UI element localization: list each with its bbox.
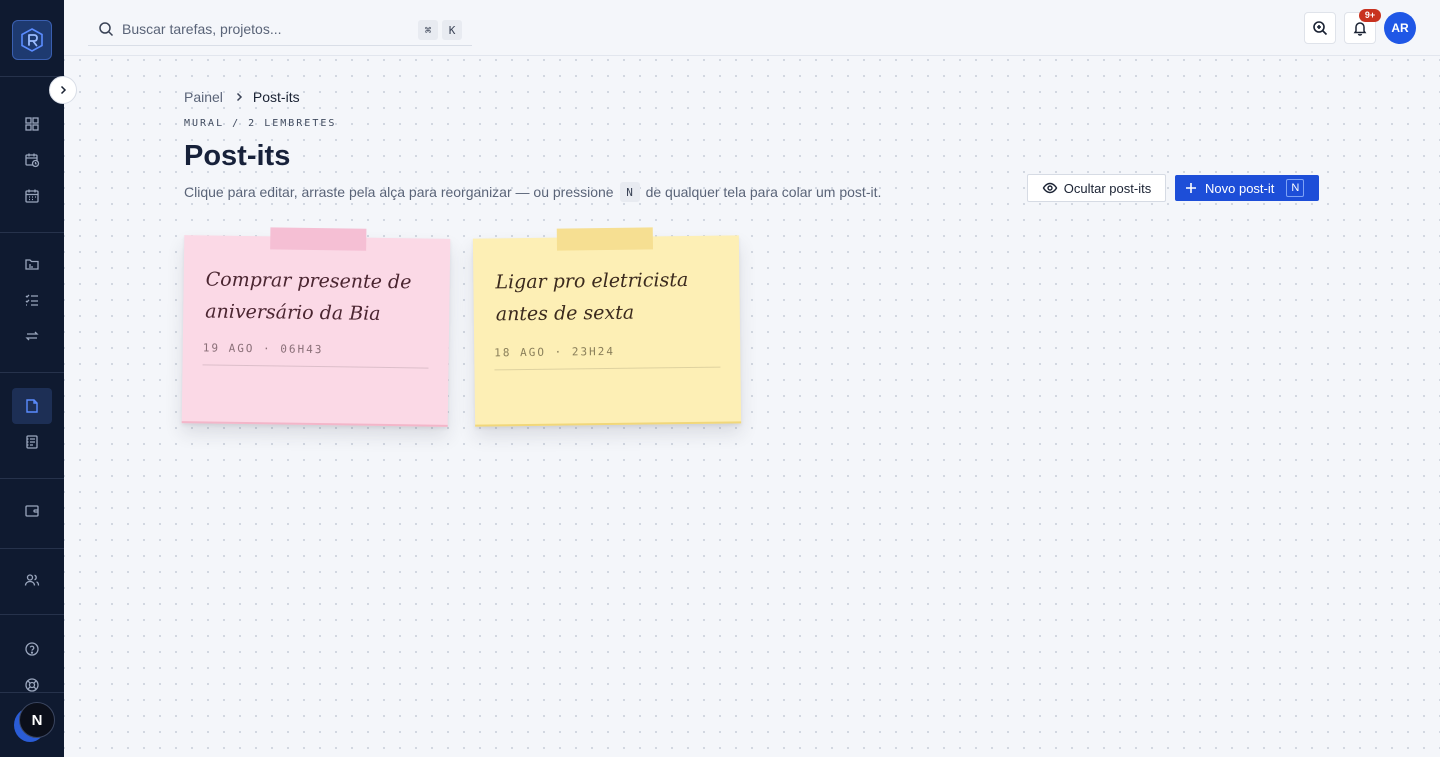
eye-icon bbox=[1042, 182, 1058, 194]
zoom-button[interactable] bbox=[1304, 12, 1336, 44]
sidebar-expand-button[interactable] bbox=[49, 76, 77, 104]
sidebar-divider bbox=[0, 478, 64, 479]
checklist-icon bbox=[25, 294, 38, 306]
sidebar-item-calendar[interactable] bbox=[12, 178, 52, 214]
hide-postits-label: Ocultar post-its bbox=[1063, 180, 1152, 196]
shortcut-key-k: K bbox=[442, 20, 462, 40]
sidebar-divider bbox=[0, 232, 64, 233]
shortcut-key-n: N bbox=[619, 182, 640, 202]
main-content: ⌘ K 9+ AR Painel Post-its MURAL / 2 LEMB… bbox=[64, 0, 1440, 757]
postit-text[interactable]: Ligar pro eletricista antes de sexta bbox=[495, 264, 720, 331]
calendar-clock-icon bbox=[25, 153, 40, 168]
sidebar-item-routines[interactable] bbox=[12, 318, 52, 354]
notification-count-badge: 9+ bbox=[1359, 9, 1381, 22]
logo-icon bbox=[21, 28, 43, 52]
page-title: Post-its bbox=[184, 140, 291, 172]
sidebar-divider bbox=[0, 692, 64, 693]
postit-text[interactable]: Comprar presente de aniversário da Bia bbox=[205, 263, 430, 330]
folder-icon bbox=[25, 259, 39, 270]
shortcut-key-cmd: ⌘ bbox=[418, 20, 438, 40]
wallet-icon bbox=[25, 505, 39, 517]
bell-icon bbox=[1353, 22, 1367, 36]
breadcrumb-parent[interactable]: Painel bbox=[184, 89, 223, 105]
breadcrumb: Painel Post-its bbox=[184, 89, 300, 105]
sidebar-divider bbox=[0, 614, 64, 615]
notebook-icon bbox=[26, 435, 38, 449]
plus-icon bbox=[1186, 183, 1196, 193]
chevron-right-icon bbox=[60, 85, 67, 95]
sidebar-divider bbox=[0, 76, 64, 77]
subtitle-text-start: Clique para editar, arraste pela alça pa… bbox=[184, 184, 614, 200]
sidebar-divider bbox=[0, 372, 64, 373]
repeat-icon bbox=[25, 331, 39, 341]
sidebar-item-schedule[interactable] bbox=[12, 142, 52, 178]
calendar-icon bbox=[25, 189, 39, 203]
subtitle-text-end: de qualquer tela para colar um post-it. bbox=[645, 184, 882, 200]
sidebar-item-projects[interactable] bbox=[12, 246, 52, 282]
drag-handle-tape[interactable] bbox=[556, 227, 654, 251]
postit-date: 19 AGO · 06H43 bbox=[202, 341, 429, 369]
search-icon bbox=[99, 21, 114, 36]
new-postit-label: Novo post-it bbox=[1205, 180, 1275, 196]
breadcrumb-current: Post-its bbox=[252, 89, 300, 105]
sidebar-item-tasks[interactable] bbox=[12, 282, 52, 318]
topbar: ⌘ K 9+ AR bbox=[64, 0, 1440, 56]
workspace-badge[interactable]: N bbox=[19, 702, 55, 738]
zoom-in-icon bbox=[1313, 21, 1328, 36]
support-icon bbox=[25, 678, 39, 692]
page-eyebrow: MURAL / 2 LEMBRETES bbox=[184, 118, 337, 129]
sidebar-item-dashboard[interactable] bbox=[12, 106, 52, 142]
hide-postits-button[interactable]: Ocultar post-its bbox=[1027, 174, 1166, 202]
app-logo[interactable] bbox=[12, 20, 52, 60]
user-avatar[interactable]: AR bbox=[1384, 12, 1416, 44]
sidebar-divider bbox=[0, 548, 64, 549]
chevron-right-icon bbox=[236, 92, 242, 102]
sidebar-item-help[interactable] bbox=[12, 631, 52, 667]
postit-note[interactable]: Comprar presente de aniversário da Bia 1… bbox=[181, 227, 451, 427]
sidebar-item-postits[interactable] bbox=[12, 388, 52, 424]
sidebar: N bbox=[0, 0, 64, 757]
sidebar-item-notes[interactable] bbox=[12, 424, 52, 460]
search-bar[interactable]: ⌘ K bbox=[88, 12, 472, 46]
new-postit-button[interactable]: Novo post-it N bbox=[1175, 175, 1319, 201]
postit-date: 18 AGO · 23H24 bbox=[494, 343, 721, 371]
dashboard-icon bbox=[25, 117, 39, 131]
drag-handle-tape[interactable] bbox=[270, 227, 367, 251]
sticky-note-icon bbox=[26, 399, 38, 413]
sidebar-item-finance[interactable] bbox=[12, 493, 52, 529]
sidebar-item-support[interactable] bbox=[12, 667, 52, 703]
sidebar-item-team[interactable] bbox=[12, 562, 52, 598]
page-subtitle: Clique para editar, arraste pela alça pa… bbox=[184, 182, 881, 202]
users-icon bbox=[24, 574, 40, 586]
search-input[interactable] bbox=[122, 20, 402, 37]
help-icon bbox=[25, 642, 39, 656]
new-postit-shortcut: N bbox=[1286, 179, 1305, 197]
postit-note[interactable]: Ligar pro eletricista antes de sexta 18 … bbox=[472, 227, 742, 427]
